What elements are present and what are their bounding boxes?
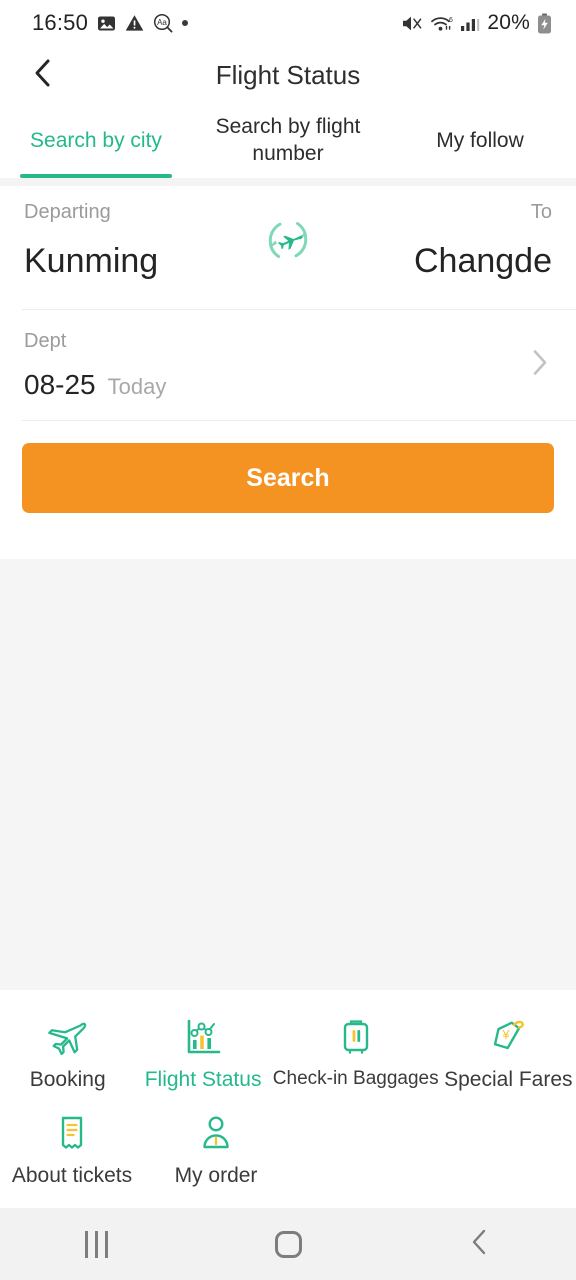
- tab-label: Search by city: [30, 128, 162, 152]
- airplane-icon: [47, 1014, 89, 1060]
- dot-icon: [182, 20, 189, 26]
- date-label: Dept: [24, 330, 67, 352]
- status-bar-right: 6 20%: [401, 11, 552, 35]
- tab-my-follow[interactable]: My follow: [384, 104, 576, 178]
- status-time: 16:50: [32, 10, 89, 35]
- signal-icon: [460, 15, 480, 32]
- feature-shortcuts-panel: Booking Flight Status Check-in Baggages …: [0, 990, 576, 1208]
- search-button[interactable]: Search: [22, 443, 554, 513]
- recents-icon: [84, 1230, 108, 1258]
- image-icon: [97, 14, 116, 33]
- feature-check-in-baggages[interactable]: Check-in Baggages: [271, 1002, 441, 1098]
- chevron-left-icon: [30, 58, 56, 93]
- nav-back-button[interactable]: [432, 1216, 528, 1272]
- tab-label: My follow: [436, 128, 524, 152]
- home-icon: [274, 1230, 302, 1258]
- feature-label: Check-in Baggages: [272, 1068, 439, 1089]
- tab-bottom-divider: [0, 178, 576, 186]
- swap-route-plane-icon: [260, 212, 316, 273]
- feature-row-1: Booking Flight Status Check-in Baggages …: [0, 1002, 576, 1098]
- feature-label: My order: [174, 1164, 258, 1187]
- back-icon: [469, 1228, 491, 1261]
- svg-text:Aa: Aa: [157, 18, 167, 27]
- feature-label: Flight Status: [144, 1068, 262, 1091]
- nav-recents-button[interactable]: [48, 1216, 144, 1272]
- translate-search-icon: Aa: [153, 13, 173, 33]
- back-button[interactable]: [22, 54, 64, 96]
- android-nav-bar: [0, 1208, 576, 1280]
- suitcase-icon: [335, 1014, 377, 1060]
- feature-label: Special Fares: [444, 1068, 573, 1091]
- phone-screen: 16:50 Aa 6 20% Flight Status Search by c…: [0, 0, 576, 1280]
- feature-flight-status[interactable]: Flight Status: [135, 1002, 270, 1098]
- feature-booking[interactable]: Booking: [0, 1002, 135, 1098]
- battery-percent: 20%: [487, 11, 530, 34]
- search-button-wrap: Search: [0, 421, 576, 513]
- feature-about-tickets[interactable]: About tickets: [0, 1098, 144, 1194]
- receipt-icon: [51, 1110, 93, 1156]
- status-bar: 16:50 Aa 6 20%: [0, 0, 576, 46]
- card-bottom-spacer: [0, 513, 576, 559]
- empty-content-area: [0, 559, 576, 990]
- destination-selector[interactable]: To Changde: [414, 186, 552, 278]
- feature-special-fares[interactable]: ¥ Special Fares: [441, 1002, 576, 1098]
- feature-my-order[interactable]: My order: [144, 1098, 288, 1194]
- tab-search-by-city[interactable]: Search by city: [0, 104, 192, 178]
- destination-label: To: [530, 201, 552, 223]
- page-title: Flight Status: [215, 59, 361, 90]
- route-selector-row: Departing Kunming To Changde: [0, 186, 576, 309]
- feature-slot-empty-1: [288, 1098, 432, 1194]
- tab-bar: Search by city Search by flight number M…: [0, 104, 576, 178]
- chevron-right-icon: [530, 348, 550, 383]
- wifi-icon: 6: [430, 14, 453, 33]
- date-value: 08-25: [24, 369, 96, 400]
- departing-city-value: Kunming: [24, 242, 159, 280]
- svg-text:¥: ¥: [502, 1027, 511, 1042]
- app-header: Flight Status: [0, 46, 576, 104]
- svg-text:6: 6: [449, 17, 453, 24]
- nav-home-button[interactable]: [240, 1216, 336, 1272]
- date-value-group: 08-25 Today: [24, 371, 552, 399]
- feature-label: Booking: [29, 1068, 106, 1091]
- price-tag-yen-icon: ¥: [487, 1014, 529, 1060]
- feature-row-2: About tickets My order: [0, 1098, 576, 1194]
- search-card: Departing Kunming To Changde Dept 08-25 …: [0, 186, 576, 559]
- tab-label: Search by flight number: [215, 115, 361, 165]
- tab-search-by-flight-number[interactable]: Search by flight number: [192, 104, 384, 178]
- departing-label: Departing: [24, 201, 111, 223]
- feature-label: About tickets: [11, 1164, 133, 1187]
- date-note: Today: [107, 374, 167, 399]
- bar-chart-icon: [182, 1014, 224, 1060]
- person-icon: [195, 1110, 237, 1156]
- destination-city-value: Changde: [413, 242, 552, 280]
- battery-charging-icon: [537, 13, 552, 34]
- feature-slot-empty-2: [432, 1098, 576, 1194]
- departing-selector[interactable]: Departing Kunming: [24, 186, 158, 278]
- mute-icon: [401, 14, 423, 33]
- warning-icon: [125, 14, 144, 32]
- date-selector-row[interactable]: Dept 08-25 Today: [0, 310, 576, 420]
- swap-route-button[interactable]: [258, 212, 318, 272]
- status-bar-left: 16:50 Aa: [32, 10, 189, 36]
